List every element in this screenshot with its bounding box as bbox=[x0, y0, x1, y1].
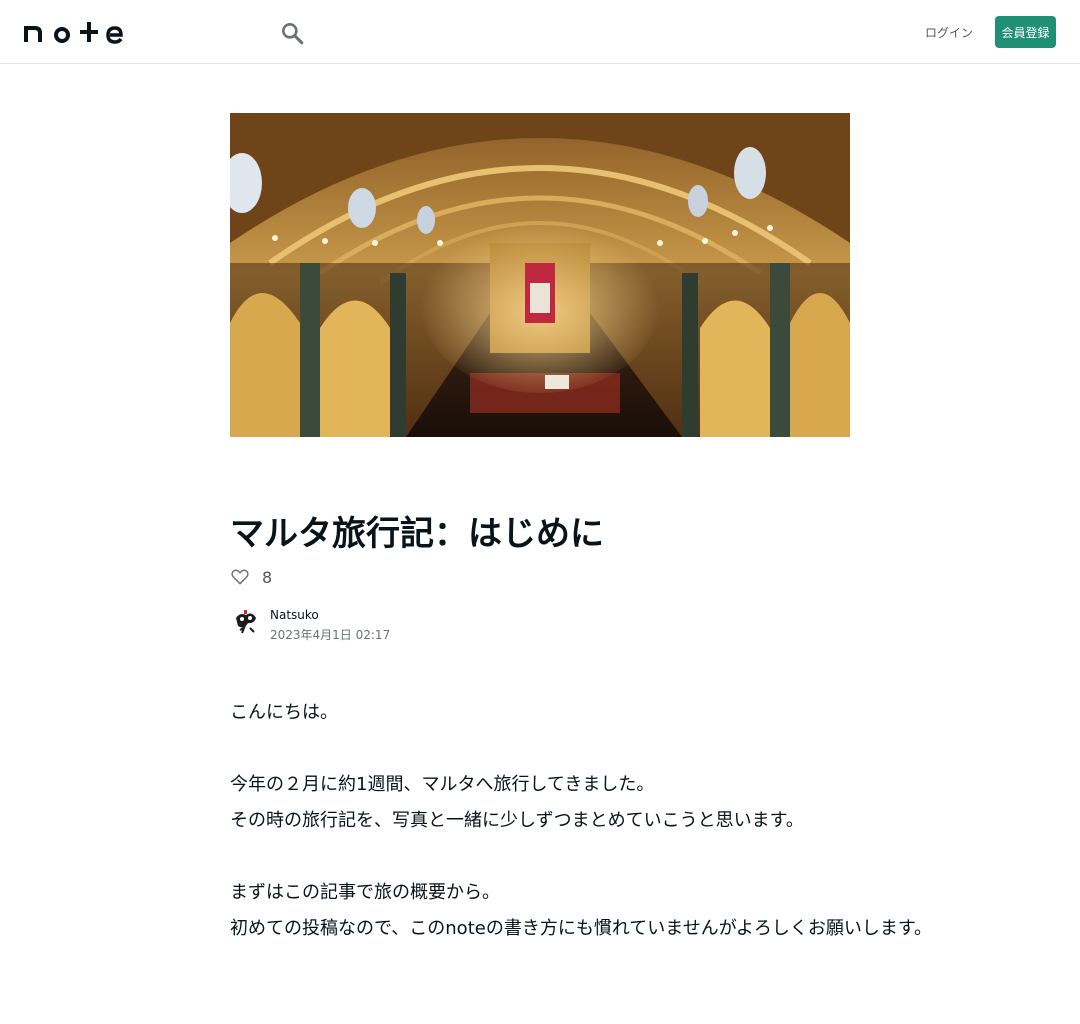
article-title: マルタ旅行記：はじめに bbox=[230, 514, 604, 554]
like-count: 8 bbox=[262, 567, 273, 587]
search-icon[interactable] bbox=[279, 20, 305, 46]
body-paragraph: 今年の２月に約1週間、マルタへ旅行してきました。 bbox=[230, 774, 655, 795]
heart-icon[interactable] bbox=[230, 567, 250, 587]
publish-date: 2023年4月1日 02:17 bbox=[270, 628, 391, 642]
body-paragraph: 初めての投稿なので、このnoteの書き方にも慣れていませんがよろしくお願いします… bbox=[230, 918, 933, 939]
cathedral-photo bbox=[230, 113, 850, 437]
hero-image bbox=[230, 113, 850, 437]
site-header: note ログイン 会員登録 bbox=[0, 0, 1080, 64]
like-row: 8 bbox=[230, 565, 272, 589]
body-paragraph-blank bbox=[230, 731, 850, 767]
author-name[interactable]: Natsuko bbox=[270, 608, 319, 622]
login-link[interactable]: ログイン bbox=[924, 16, 974, 48]
article-body: こんにちは。 今年の２月に約1週間、マルタへ旅行してきました。 その時の旅行記を… bbox=[230, 695, 933, 947]
avatar[interactable] bbox=[230, 606, 262, 638]
body-paragraph-blank bbox=[230, 839, 850, 875]
note-logo[interactable]: note bbox=[24, 20, 124, 44]
signup-button[interactable]: 会員登録 bbox=[995, 16, 1056, 48]
body-paragraph: こんにちは。 bbox=[230, 702, 338, 723]
body-paragraph: まずはこの記事で旅の概要から。 bbox=[230, 882, 500, 903]
body-paragraph: その時の旅行記を、写真と一緒に少しずつまとめていこうと思います。 bbox=[230, 810, 804, 831]
